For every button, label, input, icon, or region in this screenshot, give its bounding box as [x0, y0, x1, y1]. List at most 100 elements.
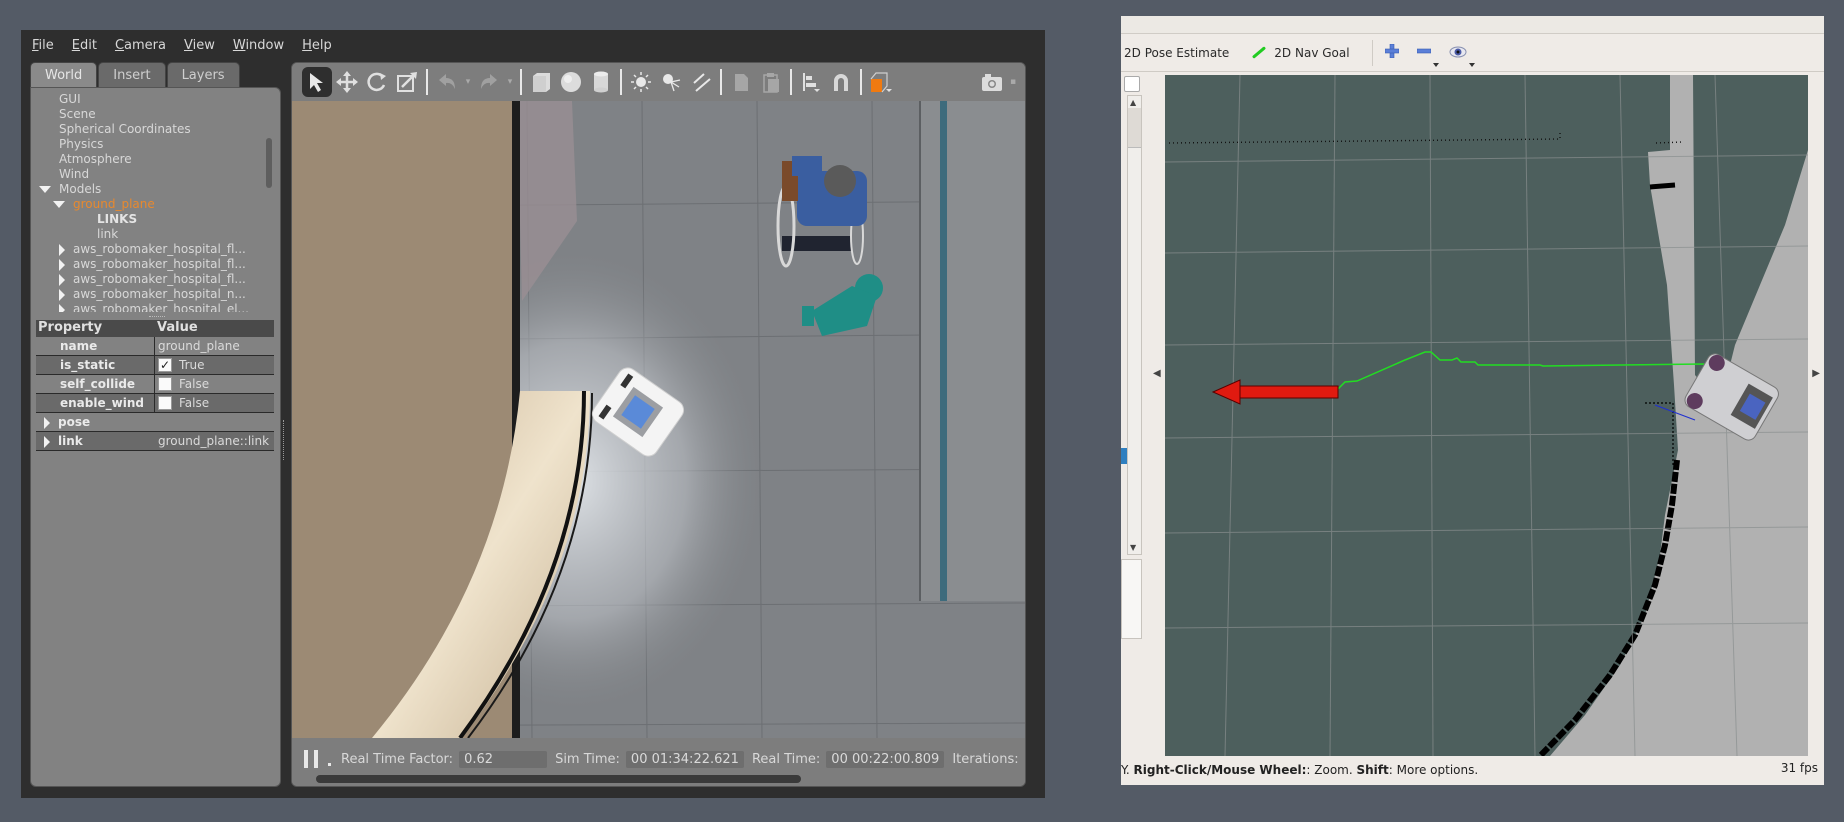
- pause-icon[interactable]: [304, 750, 318, 768]
- rviz-3d-viewport[interactable]: [1165, 75, 1808, 756]
- tree-item[interactable]: aws_robomaker_hospital_n...: [59, 287, 246, 302]
- property-row-enable-wind[interactable]: enable_wind False: [36, 394, 274, 413]
- property-row-pose[interactable]: pose: [36, 413, 274, 432]
- displays-checkbox[interactable]: [1124, 76, 1140, 92]
- tree-item[interactable]: aws_robomaker_hospital_fl...: [59, 257, 246, 272]
- tree-item[interactable]: aws_robomaker_hospital_fl...: [59, 242, 246, 257]
- property-row-name[interactable]: name ground_plane: [36, 337, 274, 356]
- sphere-icon: [561, 72, 581, 92]
- cylinder-shape-button[interactable]: [586, 67, 616, 97]
- hint-shift: Shift: [1356, 763, 1389, 777]
- sphere-shape-button[interactable]: [556, 67, 586, 97]
- tab-insert[interactable]: Insert: [98, 62, 166, 87]
- tab-world[interactable]: World: [30, 62, 98, 87]
- select-mode-button[interactable]: [302, 67, 332, 97]
- display-description-box: [1121, 559, 1142, 639]
- displays-scrollbar[interactable]: ▲ ▼: [1127, 95, 1142, 555]
- scrollbar-thumb[interactable]: [1128, 108, 1141, 148]
- add-tool-button[interactable]: [1384, 42, 1399, 63]
- rotate-mode-button[interactable]: [362, 67, 392, 97]
- redo-history-dropdown[interactable]: ▾: [504, 67, 516, 97]
- expand-right-icon[interactable]: [44, 435, 50, 448]
- toolbar-separator: [1371, 39, 1373, 66]
- property-value[interactable]: False: [155, 377, 209, 391]
- wall-right: [920, 101, 1025, 601]
- paste-button[interactable]: [756, 67, 786, 97]
- tree-item[interactable]: Atmosphere: [59, 152, 132, 167]
- property-value[interactable]: ✓ True: [155, 358, 205, 372]
- undo-history-dropdown[interactable]: ▾: [462, 67, 474, 97]
- tree-item[interactable]: GUI: [59, 92, 81, 107]
- tree-item[interactable]: aws_robomaker_hospital_el...: [59, 302, 249, 312]
- checkbox-unchecked[interactable]: [158, 377, 172, 391]
- pose-estimate-tool[interactable]: 2D Pose Estimate: [1124, 46, 1229, 60]
- nav-goal-tool[interactable]: 2D Nav Goal: [1251, 46, 1350, 60]
- tree-item[interactable]: link: [97, 227, 118, 242]
- tree-item[interactable]: LINKS: [97, 212, 137, 227]
- copy-button[interactable]: [726, 67, 756, 97]
- snap-button[interactable]: [826, 67, 856, 97]
- box-shape-button[interactable]: [526, 67, 556, 97]
- point-light-button[interactable]: [626, 67, 656, 97]
- checkbox-checked[interactable]: ✓: [158, 358, 172, 372]
- step-button[interactable]: [328, 762, 331, 766]
- property-row-self-collide[interactable]: self_collide False: [36, 375, 274, 394]
- panel-splitter[interactable]: [283, 420, 286, 460]
- menu-camera[interactable]: Camera: [115, 38, 166, 53]
- tab-layers[interactable]: Layers: [166, 62, 240, 87]
- property-row-is-static[interactable]: is_static ✓ True: [36, 356, 274, 375]
- expand-right-icon[interactable]: [59, 273, 65, 286]
- tree-scrollbar[interactable]: [266, 138, 272, 188]
- tree-item[interactable]: Spherical Coordinates: [59, 122, 191, 137]
- tree-item[interactable]: Physics: [59, 137, 103, 152]
- sim-time-value: 00 01:34:22.621: [625, 750, 744, 768]
- tree-item[interactable]: Models: [39, 182, 101, 197]
- status-horizontal-scrollbar[interactable]: [316, 775, 801, 783]
- remove-tool-button[interactable]: [1416, 42, 1439, 67]
- expand-right-icon[interactable]: [59, 258, 65, 271]
- menu-edit[interactable]: Edit: [72, 38, 97, 53]
- collapse-right-icon[interactable]: ▶: [1812, 368, 1820, 379]
- redo-button[interactable]: [474, 67, 504, 97]
- scroll-down-icon[interactable]: ▼: [1130, 543, 1136, 552]
- tree-splitter-handle[interactable]: [149, 316, 165, 318]
- expand-down-icon[interactable]: [39, 186, 51, 193]
- undo-button[interactable]: [432, 67, 462, 97]
- gazebo-3d-viewport[interactable]: [292, 101, 1026, 738]
- camera-view-button[interactable]: [1449, 42, 1475, 67]
- expand-right-icon[interactable]: [59, 303, 65, 312]
- rviz-map-scene[interactable]: [1165, 75, 1808, 756]
- tree-item-label: aws_robomaker_hospital_n...: [73, 287, 246, 301]
- gazebo-scene[interactable]: [292, 101, 1026, 738]
- gazebo-left-panel: World Insert Layers GUI Scene Spherical Co…: [30, 62, 281, 787]
- translate-mode-button[interactable]: [332, 67, 362, 97]
- menu-view[interactable]: View: [184, 38, 215, 53]
- hint-zoom: : Zoom.: [1306, 763, 1357, 777]
- scroll-up-icon[interactable]: ▲: [1130, 98, 1136, 107]
- tree-item[interactable]: Scene: [59, 107, 96, 122]
- expand-down-icon[interactable]: [53, 201, 65, 208]
- view-angle-button[interactable]: [866, 67, 896, 97]
- property-row-link[interactable]: link ground_plane::link: [36, 432, 274, 451]
- tree-item[interactable]: aws_robomaker_hospital_fl...: [59, 272, 246, 287]
- screenshot-button[interactable]: [977, 67, 1007, 97]
- scale-mode-button[interactable]: [392, 67, 422, 97]
- menu-window[interactable]: Window: [233, 38, 284, 53]
- tree-item[interactable]: ground_plane: [53, 197, 155, 212]
- expand-right-icon[interactable]: [59, 288, 65, 301]
- tree-item[interactable]: Wind: [59, 167, 89, 182]
- menu-help[interactable]: Help: [302, 38, 332, 53]
- menu-file[interactable]: File: [32, 38, 54, 53]
- spot-light-button[interactable]: [656, 67, 686, 97]
- collapse-left-icon[interactable]: ◀: [1153, 368, 1161, 379]
- expand-right-icon[interactable]: [44, 416, 50, 429]
- toolbar-separator: [426, 69, 428, 95]
- fps-counter: 31 fps: [1780, 761, 1818, 775]
- directional-light-button[interactable]: [686, 67, 716, 97]
- property-value[interactable]: False: [155, 396, 209, 410]
- sim-time-label: Sim Time:: [555, 751, 620, 767]
- toolbar-overflow[interactable]: ▪: [1007, 67, 1019, 97]
- checkbox-unchecked[interactable]: [158, 396, 172, 410]
- align-button[interactable]: [796, 67, 826, 97]
- expand-right-icon[interactable]: [59, 243, 65, 256]
